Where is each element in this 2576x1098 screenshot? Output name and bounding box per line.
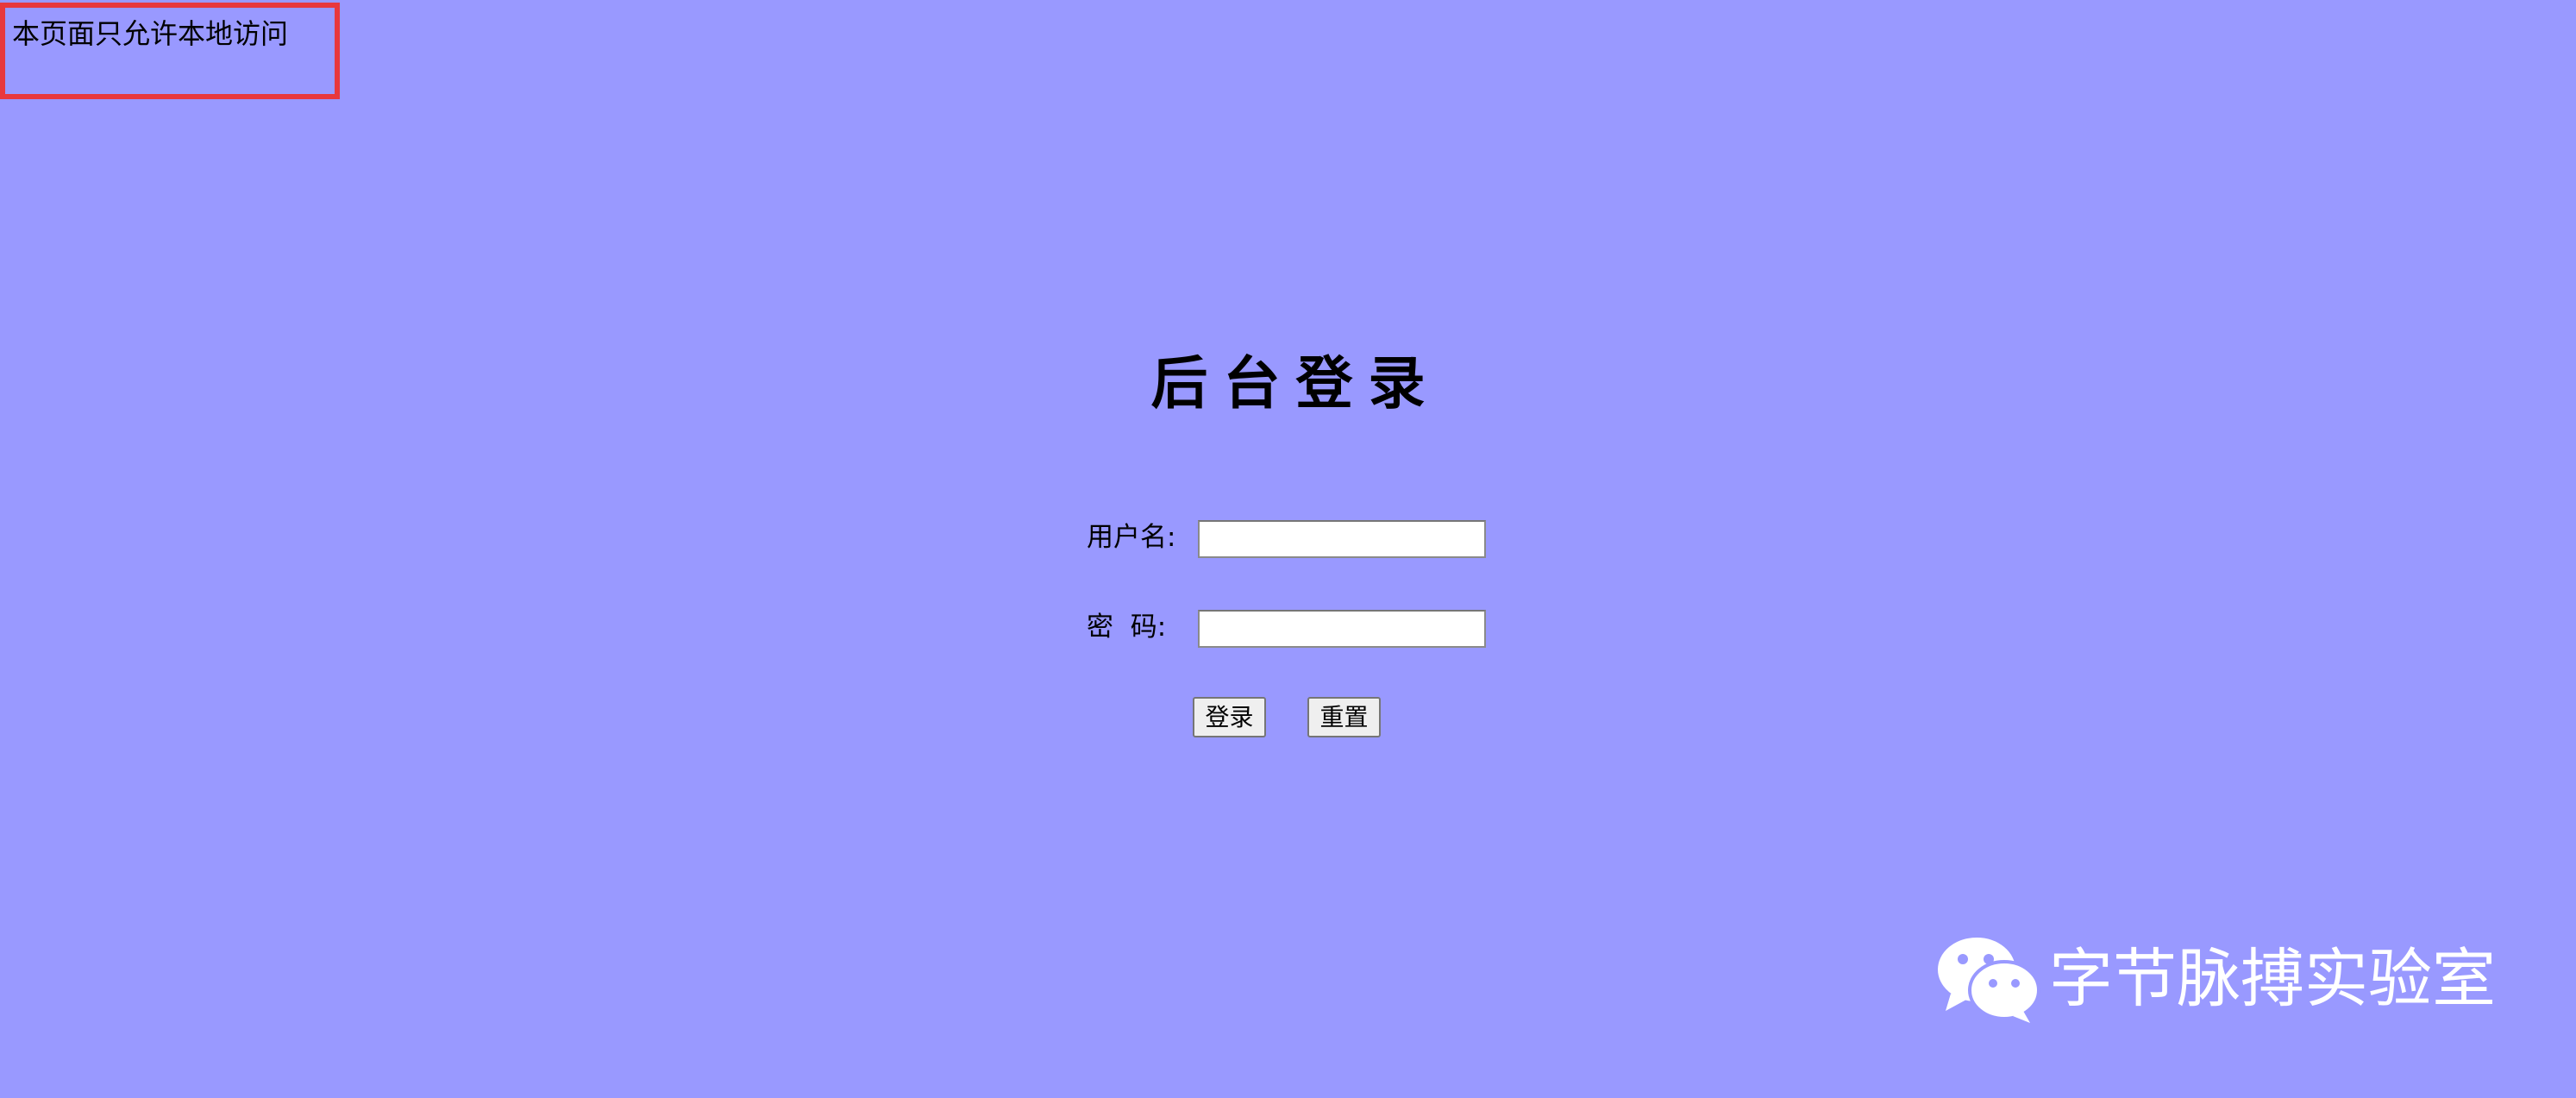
username-label: 用户名: — [1087, 522, 1176, 553]
password-input[interactable] — [1198, 610, 1486, 648]
login-button[interactable]: 登录 — [1193, 697, 1266, 737]
watermark: 字节脉搏实验室 — [1932, 932, 2496, 1026]
username-input[interactable] — [1198, 520, 1486, 558]
local-access-notice: 本页面只允许本地访问 — [12, 17, 289, 50]
reset-button[interactable]: 重置 — [1307, 697, 1381, 737]
watermark-text: 字节脉搏实验室 — [2049, 942, 2496, 1016]
notice-highlight-box: 本页面只允许本地访问 — [0, 3, 340, 99]
password-label: 密 码: — [1087, 612, 1167, 643]
page-title: 后台登录 — [1150, 350, 1441, 417]
wechat-icon — [1936, 936, 2040, 1023]
